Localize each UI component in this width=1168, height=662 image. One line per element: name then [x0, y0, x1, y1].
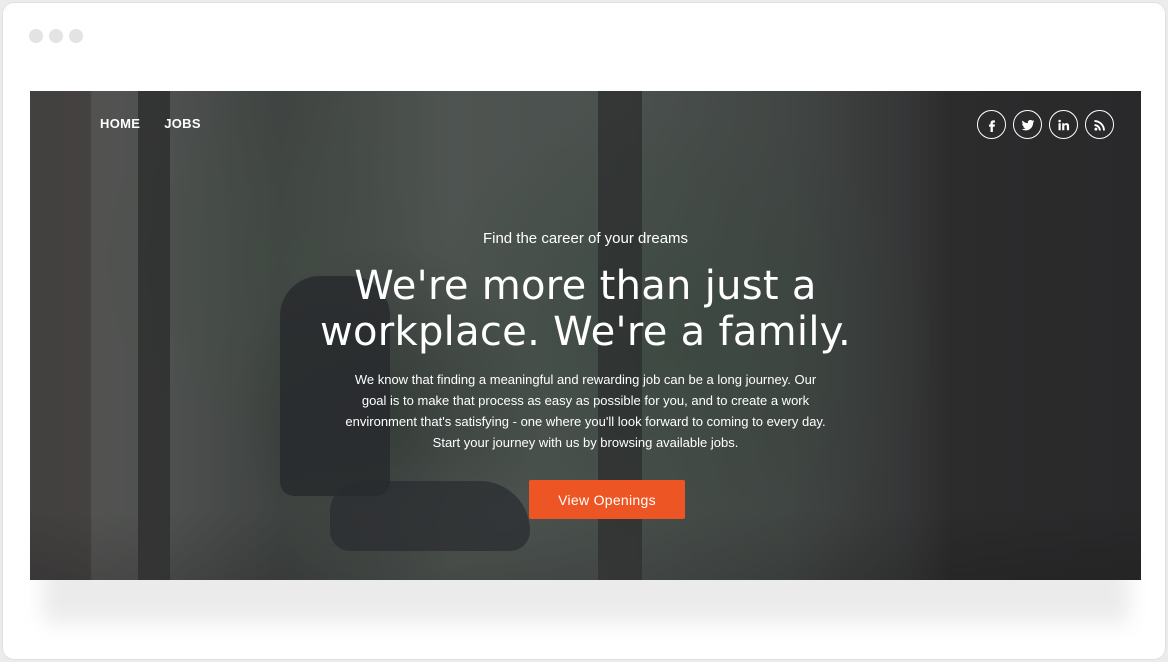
linkedin-icon — [1057, 119, 1069, 130]
hero-headline-line: workplace. We're a family. — [319, 309, 852, 355]
facebook-icon — [988, 119, 995, 132]
window-controls — [29, 29, 83, 43]
twitter-icon — [1021, 119, 1034, 130]
hero-description-line: environment that's satisfying - one wher… — [345, 414, 826, 429]
facebook-link[interactable] — [977, 110, 1006, 139]
hero-description-line: goal is to make that process as easy as … — [361, 393, 810, 408]
rss-link[interactable] — [1085, 110, 1114, 139]
background-chair-seat — [330, 481, 530, 551]
browser-window: HOME JOBS Find the career of your dreams… — [2, 2, 1166, 660]
hero-section: HOME JOBS Find the career of your dreams… — [30, 91, 1141, 580]
social-links — [977, 110, 1114, 139]
hero-description: We know that finding a meaningful and re… — [310, 369, 861, 453]
main-nav: HOME JOBS — [100, 116, 201, 131]
hero-description-line: We know that finding a meaningful and re… — [354, 372, 817, 387]
linkedin-link[interactable] — [1049, 110, 1078, 139]
window-dot — [69, 29, 83, 43]
rss-icon — [1093, 119, 1105, 131]
window-dot — [29, 29, 43, 43]
hero-description-line: Start your journey with us by browsing a… — [432, 435, 739, 450]
window-dot — [49, 29, 63, 43]
twitter-link[interactable] — [1013, 110, 1042, 139]
hero-kicker: Find the career of your dreams — [482, 230, 689, 247]
nav-item-jobs[interactable]: JOBS — [164, 116, 201, 131]
nav-item-home[interactable]: HOME — [100, 116, 140, 131]
hero-headline-line: We're more than just a — [354, 263, 817, 309]
view-openings-button[interactable]: View Openings — [529, 480, 685, 519]
hero-headline: We're more than just a workplace. We're … — [30, 263, 1141, 355]
